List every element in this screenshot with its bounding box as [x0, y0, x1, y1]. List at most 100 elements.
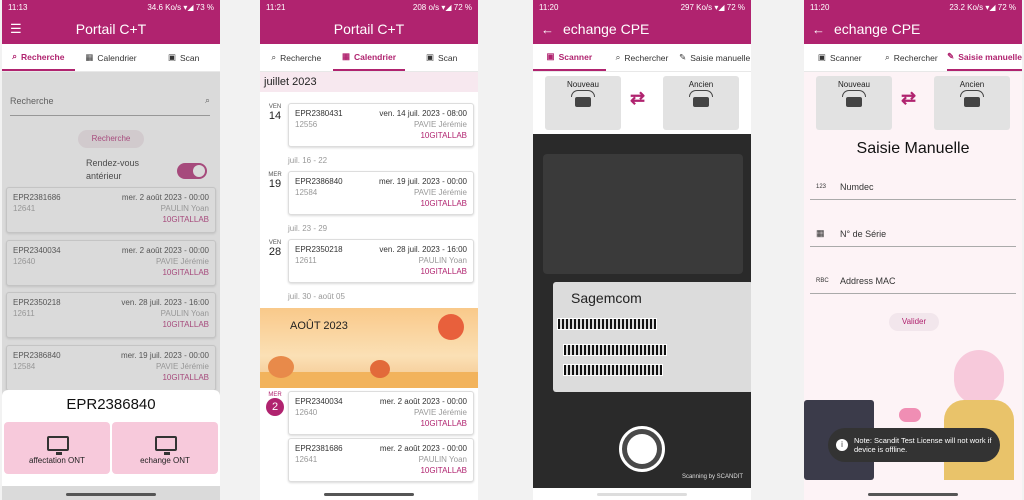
- router-icon: [689, 90, 713, 107]
- scandit-footer: Scanning by SCANDIT: [681, 474, 743, 480]
- router-icon: [571, 90, 595, 107]
- back-arrow-icon[interactable]: ←: [541, 22, 563, 37]
- tab-scan[interactable]: ▣ Scan: [405, 44, 478, 71]
- search-icon: ⌕: [12, 51, 17, 61]
- validate-button[interactable]: Valider: [889, 313, 939, 331]
- status-bar: 11:20 297 Ko/s ▾◢ 72 %: [533, 0, 751, 14]
- list-item[interactable]: EPR2380431 ven. 14 juil. 2023 - 08:00 125…: [288, 103, 474, 147]
- day-marker: MER 2: [264, 392, 286, 416]
- app-title: echange CPE: [563, 21, 650, 37]
- device-casing: [543, 154, 743, 274]
- device-label: Sagemcom: [553, 282, 751, 392]
- status-bar: 11:21 208 o/s ▾◢ 72 %: [260, 0, 478, 14]
- tab-scanner[interactable]: ▣ Scanner: [804, 44, 876, 71]
- qr-icon: ▣: [167, 52, 176, 62]
- tab-saisie-manuelle[interactable]: ✎ Saisie manuelle: [947, 44, 1022, 71]
- support-illustration: [804, 350, 1022, 500]
- echange-ont-button[interactable]: echange ONT: [112, 422, 218, 474]
- back-arrow-icon[interactable]: ←: [812, 22, 834, 37]
- week-label: juil. 23 - 29: [288, 224, 328, 233]
- search-icon: ⌕: [271, 52, 277, 62]
- banner-title: AOÛT 2023: [290, 320, 348, 332]
- search-icon: ⌕: [615, 52, 621, 62]
- swap-arrows-icon: ⇄: [630, 88, 646, 108]
- barcode: [557, 318, 657, 330]
- list-item[interactable]: EPR2381686 mer. 2 août 2023 - 00:00 12641…: [6, 187, 216, 233]
- app-title: echange CPE: [834, 21, 921, 37]
- tab-calendrier[interactable]: ▦ Calendrier: [75, 44, 148, 71]
- tab-recherche[interactable]: ⌕ Recherche: [2, 44, 75, 71]
- info-icon: i: [836, 439, 848, 451]
- tab-calendrier[interactable]: ▦ Calendrier: [332, 44, 406, 71]
- tab-bar: ▣ Scanner ⌕ Rechercher ✎ Saisie manuelle: [804, 44, 1022, 72]
- ancien-device-box[interactable]: Ancien: [934, 76, 1010, 130]
- tab-rechercher[interactable]: ⌕ Rechercher: [606, 44, 679, 71]
- app-title: Portail C+T: [333, 21, 405, 37]
- list-item[interactable]: EPR2386840 mer. 19 juil. 2023 - 00:00 125…: [6, 345, 216, 391]
- nouveau-device-box[interactable]: Nouveau: [545, 76, 621, 130]
- shutter-button[interactable]: [619, 426, 665, 472]
- list-item[interactable]: EPR2350218 ven. 28 juil. 2023 - 16:00 126…: [288, 239, 474, 283]
- sheet-title: EPR2386840: [66, 396, 156, 413]
- list-item[interactable]: EPR2381686 mer. 2 août 2023 - 00:00 12641…: [288, 438, 474, 482]
- tab-scanner[interactable]: ▣ Scanner: [533, 44, 606, 71]
- tab-rechercher[interactable]: ⌕ Rechercher: [876, 44, 948, 71]
- month-banner: AOÛT 2023: [260, 308, 478, 388]
- phone-calendar-screen: 11:21 208 o/s ▾◢ 72 % Portail C+T ⌕ Recher…: [260, 0, 478, 500]
- search-icon: ⌕: [884, 52, 890, 62]
- qr-icon: ▣: [425, 52, 434, 62]
- status-bar: 11:13 34.6 Ko/s ▾◢ 73 %: [2, 0, 220, 14]
- serial-number-field[interactable]: ▦ N° de Série: [810, 221, 1016, 247]
- qr-icon: ▣: [546, 51, 555, 61]
- router-icon: [842, 90, 866, 107]
- list-item[interactable]: EPR2386840 mer. 19 juil. 2023 - 00:00 125…: [288, 171, 474, 215]
- search-button[interactable]: Recherche: [78, 130, 144, 148]
- week-label: juil. 30 - août 05: [288, 292, 345, 301]
- edit-icon: ✎: [679, 52, 687, 62]
- camera-viewfinder[interactable]: Sagemcom Scanning by SCANDIT: [533, 134, 751, 488]
- app-bar: ← echange CPE: [804, 14, 1022, 44]
- search-input[interactable]: Recherche ⌕: [10, 86, 210, 116]
- week-label: juil. 16 - 22: [288, 156, 328, 165]
- tab-bar: ⌕ Recherche ▦ Calendrier ▣ Scan: [2, 44, 220, 72]
- nav-handle: [868, 493, 958, 496]
- label-brand: Sagemcom: [571, 290, 642, 306]
- ancien-device-box[interactable]: Ancien: [663, 76, 739, 130]
- barcode: [563, 344, 667, 356]
- app-bar: ☰ Portail C+T: [2, 14, 220, 44]
- toggle-switch[interactable]: [177, 163, 207, 179]
- page-title: Saisie Manuelle: [856, 140, 970, 157]
- leaf-illustration: [268, 356, 294, 378]
- search-icon: ⌕: [204, 95, 210, 105]
- nouveau-device-box[interactable]: Nouveau: [816, 76, 892, 130]
- numdec-field[interactable]: 123 Numdec: [810, 174, 1016, 200]
- app-bar: Portail C+T: [260, 14, 478, 44]
- calendar-icon: ▦: [85, 52, 94, 62]
- tab-scan[interactable]: ▣ Scan: [147, 44, 220, 71]
- nav-handle: [324, 493, 414, 496]
- menu-icon[interactable]: ☰: [10, 21, 32, 37]
- tab-recherche[interactable]: ⌕ Recherche: [260, 44, 333, 71]
- mac-address-field[interactable]: RBC Address MAC: [810, 268, 1016, 294]
- swap-arrows-icon: ⇄: [901, 88, 917, 108]
- leaf-illustration: [370, 360, 390, 378]
- nav-handle: [66, 493, 156, 496]
- sun-illustration: [438, 314, 464, 340]
- tab-saisie-manuelle[interactable]: ✎ Saisie manuelle: [678, 44, 751, 71]
- monitor-icon: [47, 436, 69, 455]
- qr-icon: ▣: [817, 52, 826, 62]
- list-item[interactable]: EPR2340034 mer. 2 août 2023 - 00:00 12640…: [288, 391, 474, 435]
- router-icon: [960, 90, 984, 107]
- barcode: [563, 364, 663, 376]
- toggle-label: Rendez-vous antérieur: [86, 158, 140, 181]
- phone-scanner-screen: 11:20 297 Ko/s ▾◢ 72 % ← echange CPE ▣ Scan…: [533, 0, 751, 500]
- list-item[interactable]: EPR2350218 ven. 28 juil. 2023 - 16:00 126…: [6, 292, 216, 338]
- app-bar: ← echange CPE: [533, 14, 751, 44]
- day-marker: VEN 28: [268, 240, 282, 258]
- numeric-icon: 123: [816, 183, 827, 190]
- list-item[interactable]: EPR2340034 mer. 2 août 2023 - 00:00 12640…: [6, 240, 216, 286]
- tab-bar: ▣ Scanner ⌕ Rechercher ✎ Saisie manuelle: [533, 44, 751, 72]
- qr-icon: ▦: [816, 228, 825, 238]
- day-marker: MER 19: [268, 172, 282, 190]
- affectation-ont-button[interactable]: affectation ONT: [4, 422, 110, 474]
